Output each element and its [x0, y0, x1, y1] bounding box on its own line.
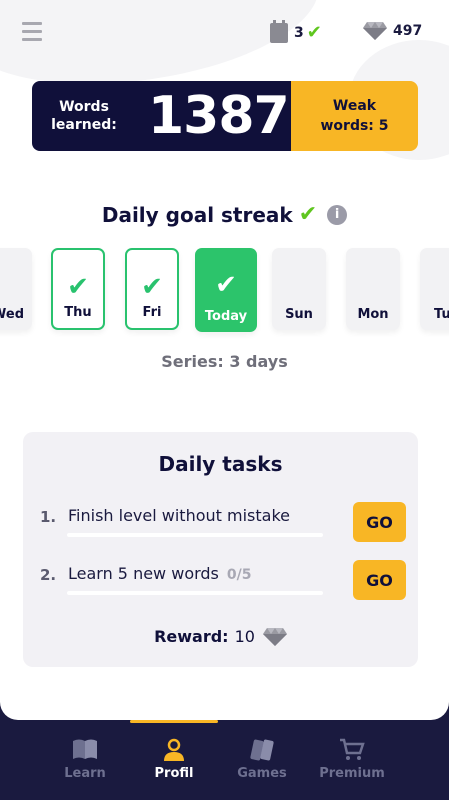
day-label: Today — [204, 309, 248, 324]
streak-heading: Daily goal streak ✔ i — [0, 202, 449, 227]
task-number: 1. — [40, 508, 57, 526]
nav-games[interactable]: Games — [214, 720, 310, 800]
weak-words-button[interactable]: Weak words: 5 — [291, 81, 418, 151]
task-progress: 0/5 — [226, 567, 252, 583]
streak-title: Daily goal streak — [101, 202, 293, 227]
nav-label: Learn — [64, 766, 106, 781]
daily-tasks-title: Daily tasks — [158, 452, 283, 476]
reward-value: 10 — [234, 627, 255, 646]
nav-label: Premium — [319, 766, 385, 781]
task-item: 1. Finish level without mistake GO — [40, 502, 406, 548]
user-icon — [164, 738, 184, 761]
day-card-wed: Wed — [0, 248, 32, 330]
words-learned-bar: Words learned: 1387 Weak words: 5 — [32, 81, 418, 151]
weak-words-label: Weak words: 5 — [320, 98, 389, 134]
day-card-fri: ✔ Fri — [125, 248, 179, 330]
cart-icon — [340, 738, 365, 760]
check-icon: ✔ — [141, 272, 163, 302]
nav-profil[interactable]: Profil — [126, 720, 222, 800]
main-card: 3 ✔ 497 Words learned: 1387 Weak words: … — [0, 0, 449, 720]
day-label: Sun — [285, 307, 313, 322]
menu-icon[interactable] — [22, 22, 42, 42]
cards-icon — [250, 739, 274, 761]
go-button[interactable]: GO — [353, 502, 406, 542]
task-progress-bar — [67, 533, 323, 537]
diamond-icon — [363, 22, 387, 40]
gems-count: 497 — [393, 23, 423, 39]
info-icon[interactable]: i — [327, 204, 348, 225]
check-icon: ✔ — [67, 272, 89, 302]
task-text: Learn 5 new words 0/5 — [68, 564, 252, 583]
nav-premium[interactable]: Premium — [304, 720, 400, 800]
check-icon: ✔ — [306, 22, 322, 43]
day-label: Mon — [357, 307, 389, 322]
calendar-icon — [270, 19, 288, 43]
day-card-thu: ✔ Thu — [51, 248, 105, 330]
task-number: 2. — [40, 566, 57, 584]
reward-row: Reward: 10 — [23, 627, 418, 646]
day-label: Fri — [142, 305, 162, 320]
task-item: 2. Learn 5 new words 0/5 GO — [40, 560, 406, 606]
task-progress-bar — [67, 591, 323, 595]
diamond-icon — [262, 627, 287, 646]
day-label: Wed — [0, 307, 24, 322]
book-icon — [73, 739, 97, 759]
streak-counter[interactable]: 3 ✔ — [270, 19, 322, 43]
check-icon: ✔ — [215, 270, 237, 300]
day-card-sun: Sun — [272, 248, 326, 330]
day-label: Thu — [64, 305, 92, 320]
nav-label: Games — [237, 766, 287, 781]
daily-tasks-panel: Daily tasks 1. Finish level without mist… — [23, 432, 418, 667]
go-button[interactable]: GO — [353, 560, 406, 600]
gems-counter[interactable]: 497 — [363, 22, 422, 40]
nav-learn[interactable]: Learn — [37, 720, 133, 800]
day-card-today: ✔ Today — [195, 248, 257, 332]
streak-count: 3 — [294, 24, 304, 41]
day-card-mon: Mon — [346, 248, 400, 330]
words-learned-count: 1387 — [148, 86, 290, 146]
reward-label: Reward: — [154, 627, 229, 646]
check-icon: ✔ — [298, 202, 318, 227]
words-learned-label: Words learned: — [51, 99, 117, 133]
day-label: Tue — [434, 307, 449, 322]
series-text: Series: 3 days — [161, 352, 288, 371]
nav-label: Profil — [154, 766, 194, 781]
bottom-nav: Learn Profil Games Premium — [0, 720, 449, 800]
day-card-tue: Tue — [420, 248, 449, 330]
task-text: Finish level without mistake — [68, 506, 290, 525]
